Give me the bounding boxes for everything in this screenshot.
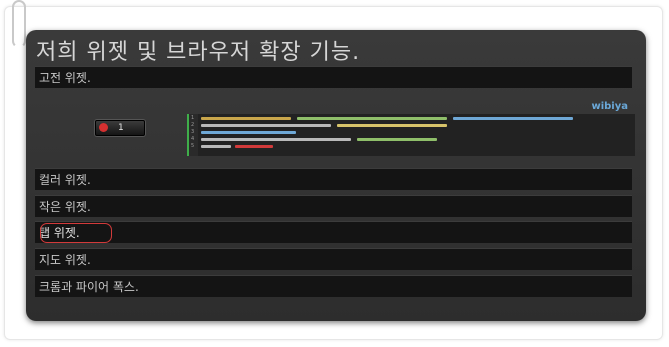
highlight-ring (40, 223, 112, 243)
code-line (357, 138, 437, 141)
code-line (297, 117, 447, 120)
record-icon (99, 123, 108, 132)
code-line (201, 138, 351, 141)
code-line (201, 145, 231, 148)
line-number: 2 (191, 122, 195, 128)
code-line (201, 117, 291, 120)
section-small-widget[interactable]: 작은 위젯. (35, 195, 632, 217)
code-line (201, 124, 331, 127)
counter-widget[interactable]: 1 (95, 120, 145, 136)
panel-title: 저희 위젯 및 브라우저 확장 기능. (36, 40, 361, 65)
code-line (337, 124, 447, 127)
paperclip-icon (12, 0, 26, 48)
section-tab-widget[interactable]: 탭 위젯. (35, 221, 632, 243)
line-number: 4 (191, 136, 195, 142)
section-classic-widget[interactable]: 고전 위젯. (35, 66, 632, 88)
line-number: 1 (191, 115, 195, 121)
code-line (453, 117, 573, 120)
line-number: 5 (191, 143, 195, 149)
line-number: 3 (191, 129, 195, 135)
code-line (235, 145, 273, 148)
code-gutter: 1 2 3 4 5 (189, 114, 198, 156)
embed-code-snippet: 1 2 3 4 5 (187, 114, 635, 156)
section-chrome-firefox[interactable]: 크롬과 파이어 폭스. (35, 275, 632, 297)
widgets-panel: 저희 위젯 및 브라우저 확장 기능. 고전 위젯. 1 wibiya 1 2 … (26, 30, 646, 321)
counter-value: 1 (118, 123, 124, 133)
section-map-widget[interactable]: 지도 위젯. (35, 248, 632, 270)
section-color-widget[interactable]: 컬러 위젯. (35, 168, 632, 190)
classic-widget-demo: 1 wibiya 1 2 3 4 5 (35, 90, 635, 162)
code-line (201, 131, 296, 134)
brand-logo: wibiya (591, 101, 628, 112)
